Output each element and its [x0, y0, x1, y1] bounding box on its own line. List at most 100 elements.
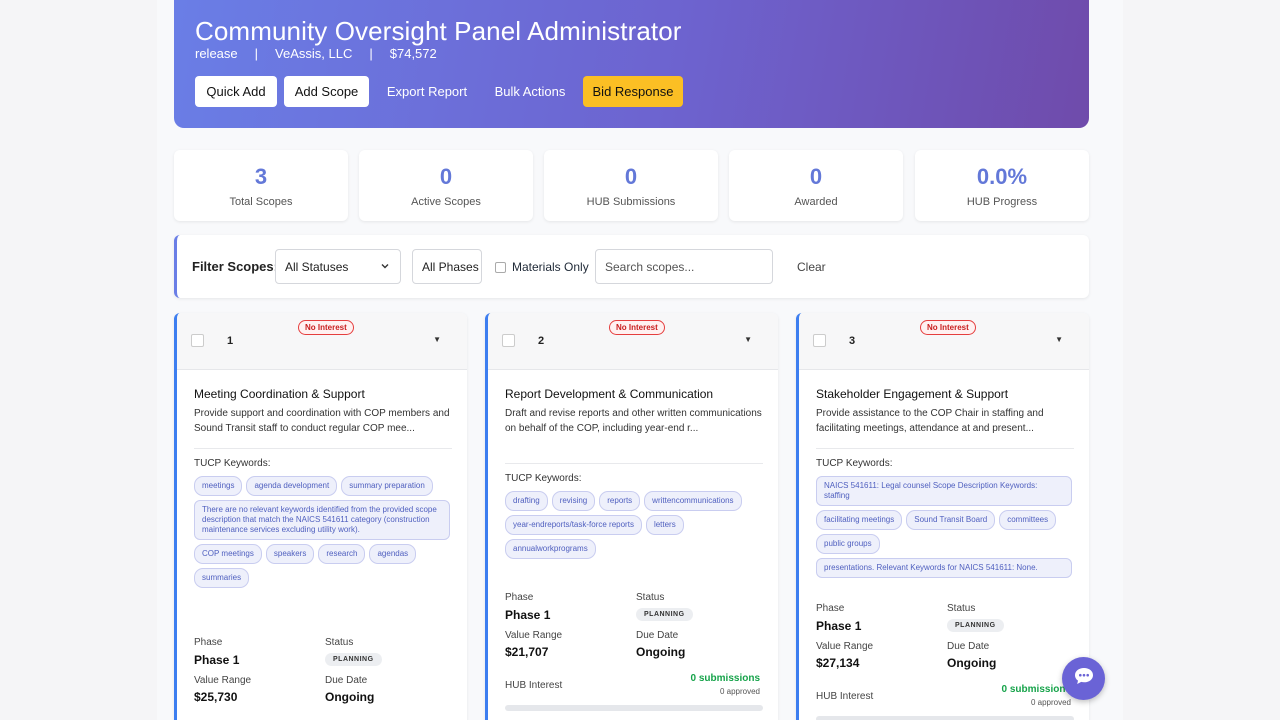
clear-button[interactable]: Clear	[797, 260, 826, 274]
keyword-tag: Sound Transit Board	[906, 510, 996, 530]
materials-only-label: Materials Only	[512, 260, 589, 274]
card-title: Report Development & Communication	[505, 387, 714, 401]
due-date-label: Due Date	[636, 630, 679, 641]
card-divider	[505, 463, 763, 464]
no-interest-badge: No Interest	[609, 320, 665, 335]
scope-card: 1 No Interest ▼ Meeting Coordination & S…	[174, 313, 467, 720]
card-title: Meeting Coordination & Support	[194, 387, 365, 401]
keyword-tag: agendas	[369, 544, 417, 564]
keyword-tag: summaries	[194, 568, 250, 588]
status-select[interactable]: All Statuses	[275, 249, 401, 284]
no-interest-badge: No Interest	[920, 320, 976, 335]
keyword-tag: meetings	[194, 476, 243, 496]
meta-amount: $74,572	[389, 46, 437, 61]
chevron-down-icon	[380, 261, 390, 274]
filter-bar: Filter Scopes: All Statuses All Phases M…	[174, 235, 1089, 298]
add-scope-button[interactable]: Add Scope	[284, 76, 369, 107]
bulk-actions-button[interactable]: Bulk Actions	[485, 76, 575, 107]
status-badge: PLANNING	[325, 653, 382, 666]
hub-interest-label: HUB Interest	[505, 680, 563, 691]
submissions-summary: 0 submissions 0 approved	[691, 673, 760, 696]
value-range-value: $21,707	[505, 645, 549, 659]
keyword-tag: writtencommunications	[644, 491, 742, 511]
status-label: Status	[636, 592, 665, 603]
phase-value: Phase 1	[505, 608, 551, 622]
keyword-tag: reports	[599, 491, 641, 511]
stat-total-scopes: 3 Total Scopes	[174, 150, 348, 221]
chevron-down-icon[interactable]: ▼	[744, 335, 752, 344]
keyword-tag: research	[318, 544, 366, 564]
keyword-tag: letters	[645, 515, 684, 535]
stat-label: HUB Submissions	[586, 196, 676, 208]
stat-label: Awarded	[794, 196, 838, 208]
keyword-tag: There are no relevant keywords identifie…	[194, 500, 450, 540]
phase-label: Phase	[194, 637, 223, 648]
due-date-label: Due Date	[325, 675, 368, 686]
card-checkbox[interactable]	[191, 334, 204, 347]
keyword-tag: speakers	[265, 544, 315, 564]
stat-value: 0	[624, 164, 638, 189]
materials-checkbox[interactable]	[495, 261, 506, 273]
status-label: Status	[325, 637, 354, 648]
stat-hub-progress: 0.0% HUB Progress	[915, 150, 1089, 221]
scope-card: 2 No Interest ▼ Report Development & Com…	[485, 313, 778, 720]
materials-only-toggle[interactable]: Materials Only	[495, 260, 589, 274]
meta-status: release	[195, 46, 238, 61]
card-checkbox[interactable]	[502, 334, 515, 347]
chevron-down-icon[interactable]: ▼	[433, 335, 441, 344]
approved-count: 0 approved	[719, 687, 760, 696]
page-title: Community Oversight Panel Administrator	[195, 16, 682, 46]
card-number: 1	[227, 335, 234, 347]
due-date-value: Ongoing	[636, 645, 686, 659]
keyword-list: meetings agenda development summary prep…	[194, 476, 456, 588]
search-input[interactable]	[595, 249, 773, 284]
quick-add-button[interactable]: Quick Add	[195, 76, 277, 107]
filter-label: Filter Scopes:	[192, 259, 278, 274]
stat-hub-submissions: 0 HUB Submissions	[544, 150, 718, 221]
keyword-tag: public groups	[816, 534, 880, 554]
bid-response-button[interactable]: Bid Response	[583, 76, 683, 107]
keyword-list: drafting revising reports writtencommuni…	[505, 491, 767, 559]
card-title: Stakeholder Engagement & Support	[816, 387, 1009, 401]
keywords-label: TUCP Keywords:	[505, 473, 582, 484]
phase-select[interactable]: All Phases	[412, 249, 482, 284]
card-description: Draft and revise reports and other writt…	[505, 408, 762, 434]
stat-awarded: 0 Awarded	[729, 150, 903, 221]
card-header: 1 No Interest ▼	[177, 313, 467, 370]
value-range-value: $25,730	[194, 690, 238, 704]
keywords-label: TUCP Keywords:	[816, 458, 893, 469]
keywords-label: TUCP Keywords:	[194, 458, 271, 469]
chevron-down-icon[interactable]: ▼	[1055, 335, 1063, 344]
card-divider	[194, 448, 452, 449]
status-badge: PLANNING	[947, 619, 1004, 632]
value-range-value: $27,134	[816, 656, 860, 670]
stat-value: 0.0%	[976, 164, 1028, 189]
export-report-button[interactable]: Export Report	[377, 76, 477, 107]
keyword-tag: annualworkprograms	[505, 539, 596, 559]
keyword-tag: NAICS 541611: Legal counsel Scope Descri…	[816, 476, 1072, 506]
stat-label: Total Scopes	[229, 196, 293, 208]
meta-separator: |	[369, 46, 373, 61]
card-header: 2 No Interest ▼	[488, 313, 778, 370]
stat-value: 3	[254, 164, 268, 189]
status-badge: PLANNING	[636, 608, 693, 621]
stat-label: Active Scopes	[411, 196, 481, 208]
header-banner: Community Oversight Panel Administrator …	[174, 0, 1089, 128]
stat-value: 0	[809, 164, 823, 189]
phase-value: Phase 1	[816, 619, 862, 633]
phase-label: Phase	[505, 592, 534, 603]
stat-label: HUB Progress	[966, 196, 1038, 208]
chat-button[interactable]	[1062, 657, 1105, 700]
no-interest-badge: No Interest	[298, 320, 354, 335]
submissions-count: 0 submissions	[1001, 684, 1071, 695]
value-range-label: Value Range	[505, 630, 563, 641]
stat-active-scopes: 0 Active Scopes	[359, 150, 533, 221]
status-select-value: All Statuses	[285, 259, 349, 274]
due-date-value: Ongoing	[325, 690, 375, 704]
card-description: Provide support and coordination with CO…	[194, 408, 450, 434]
due-date-value: Ongoing	[947, 656, 997, 670]
keyword-tag: committees	[999, 510, 1057, 530]
hub-progress-bar	[505, 705, 763, 711]
hub-interest-label: HUB Interest	[816, 691, 874, 702]
card-checkbox[interactable]	[813, 334, 826, 347]
